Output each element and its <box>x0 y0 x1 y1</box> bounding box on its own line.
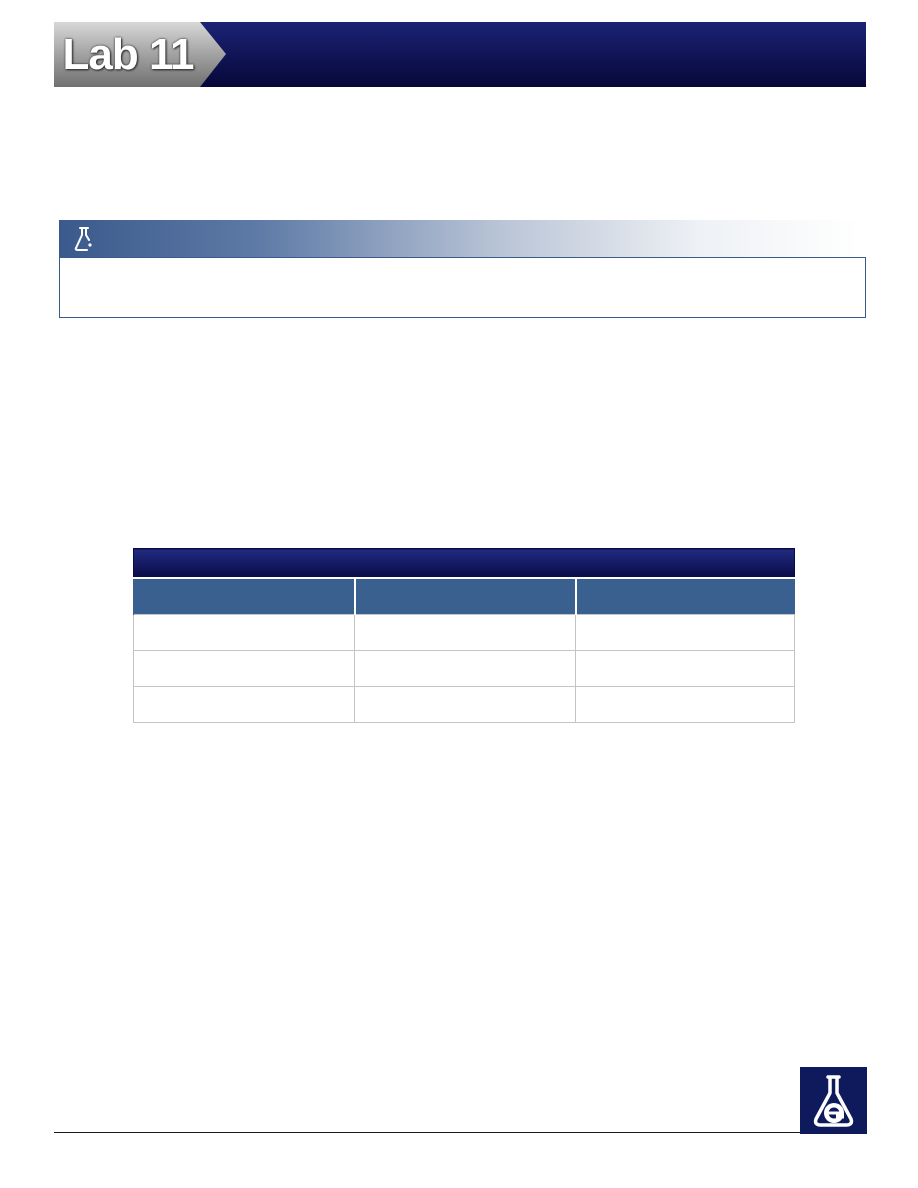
table-header-row <box>133 577 795 615</box>
footer-logo <box>800 1067 867 1134</box>
callout-body <box>59 257 866 318</box>
table-cell <box>354 686 576 723</box>
table-row <box>133 686 796 723</box>
table-title <box>132 548 796 579</box>
column-header <box>133 577 355 615</box>
table-cell <box>354 614 576 651</box>
flask-icon <box>74 227 92 251</box>
table-cell <box>133 650 355 687</box>
table-title-row <box>132 548 796 579</box>
erlenmeyer-flask-e-logo-icon <box>813 1075 854 1127</box>
lab-title: Lab 11 <box>62 29 195 79</box>
table-row <box>133 650 796 687</box>
column-header <box>353 577 576 615</box>
data-table <box>132 548 796 723</box>
footer-rule <box>54 1132 800 1133</box>
table-cell <box>354 650 576 687</box>
table-cell <box>133 686 355 723</box>
table-row <box>133 614 796 651</box>
column-header <box>574 577 795 615</box>
table-cell <box>574 650 796 687</box>
table-cell <box>574 686 796 723</box>
callout-header <box>59 220 859 257</box>
table-cell <box>574 614 796 651</box>
table-cell <box>133 614 355 651</box>
lab-tab: Lab 11 <box>54 22 226 87</box>
